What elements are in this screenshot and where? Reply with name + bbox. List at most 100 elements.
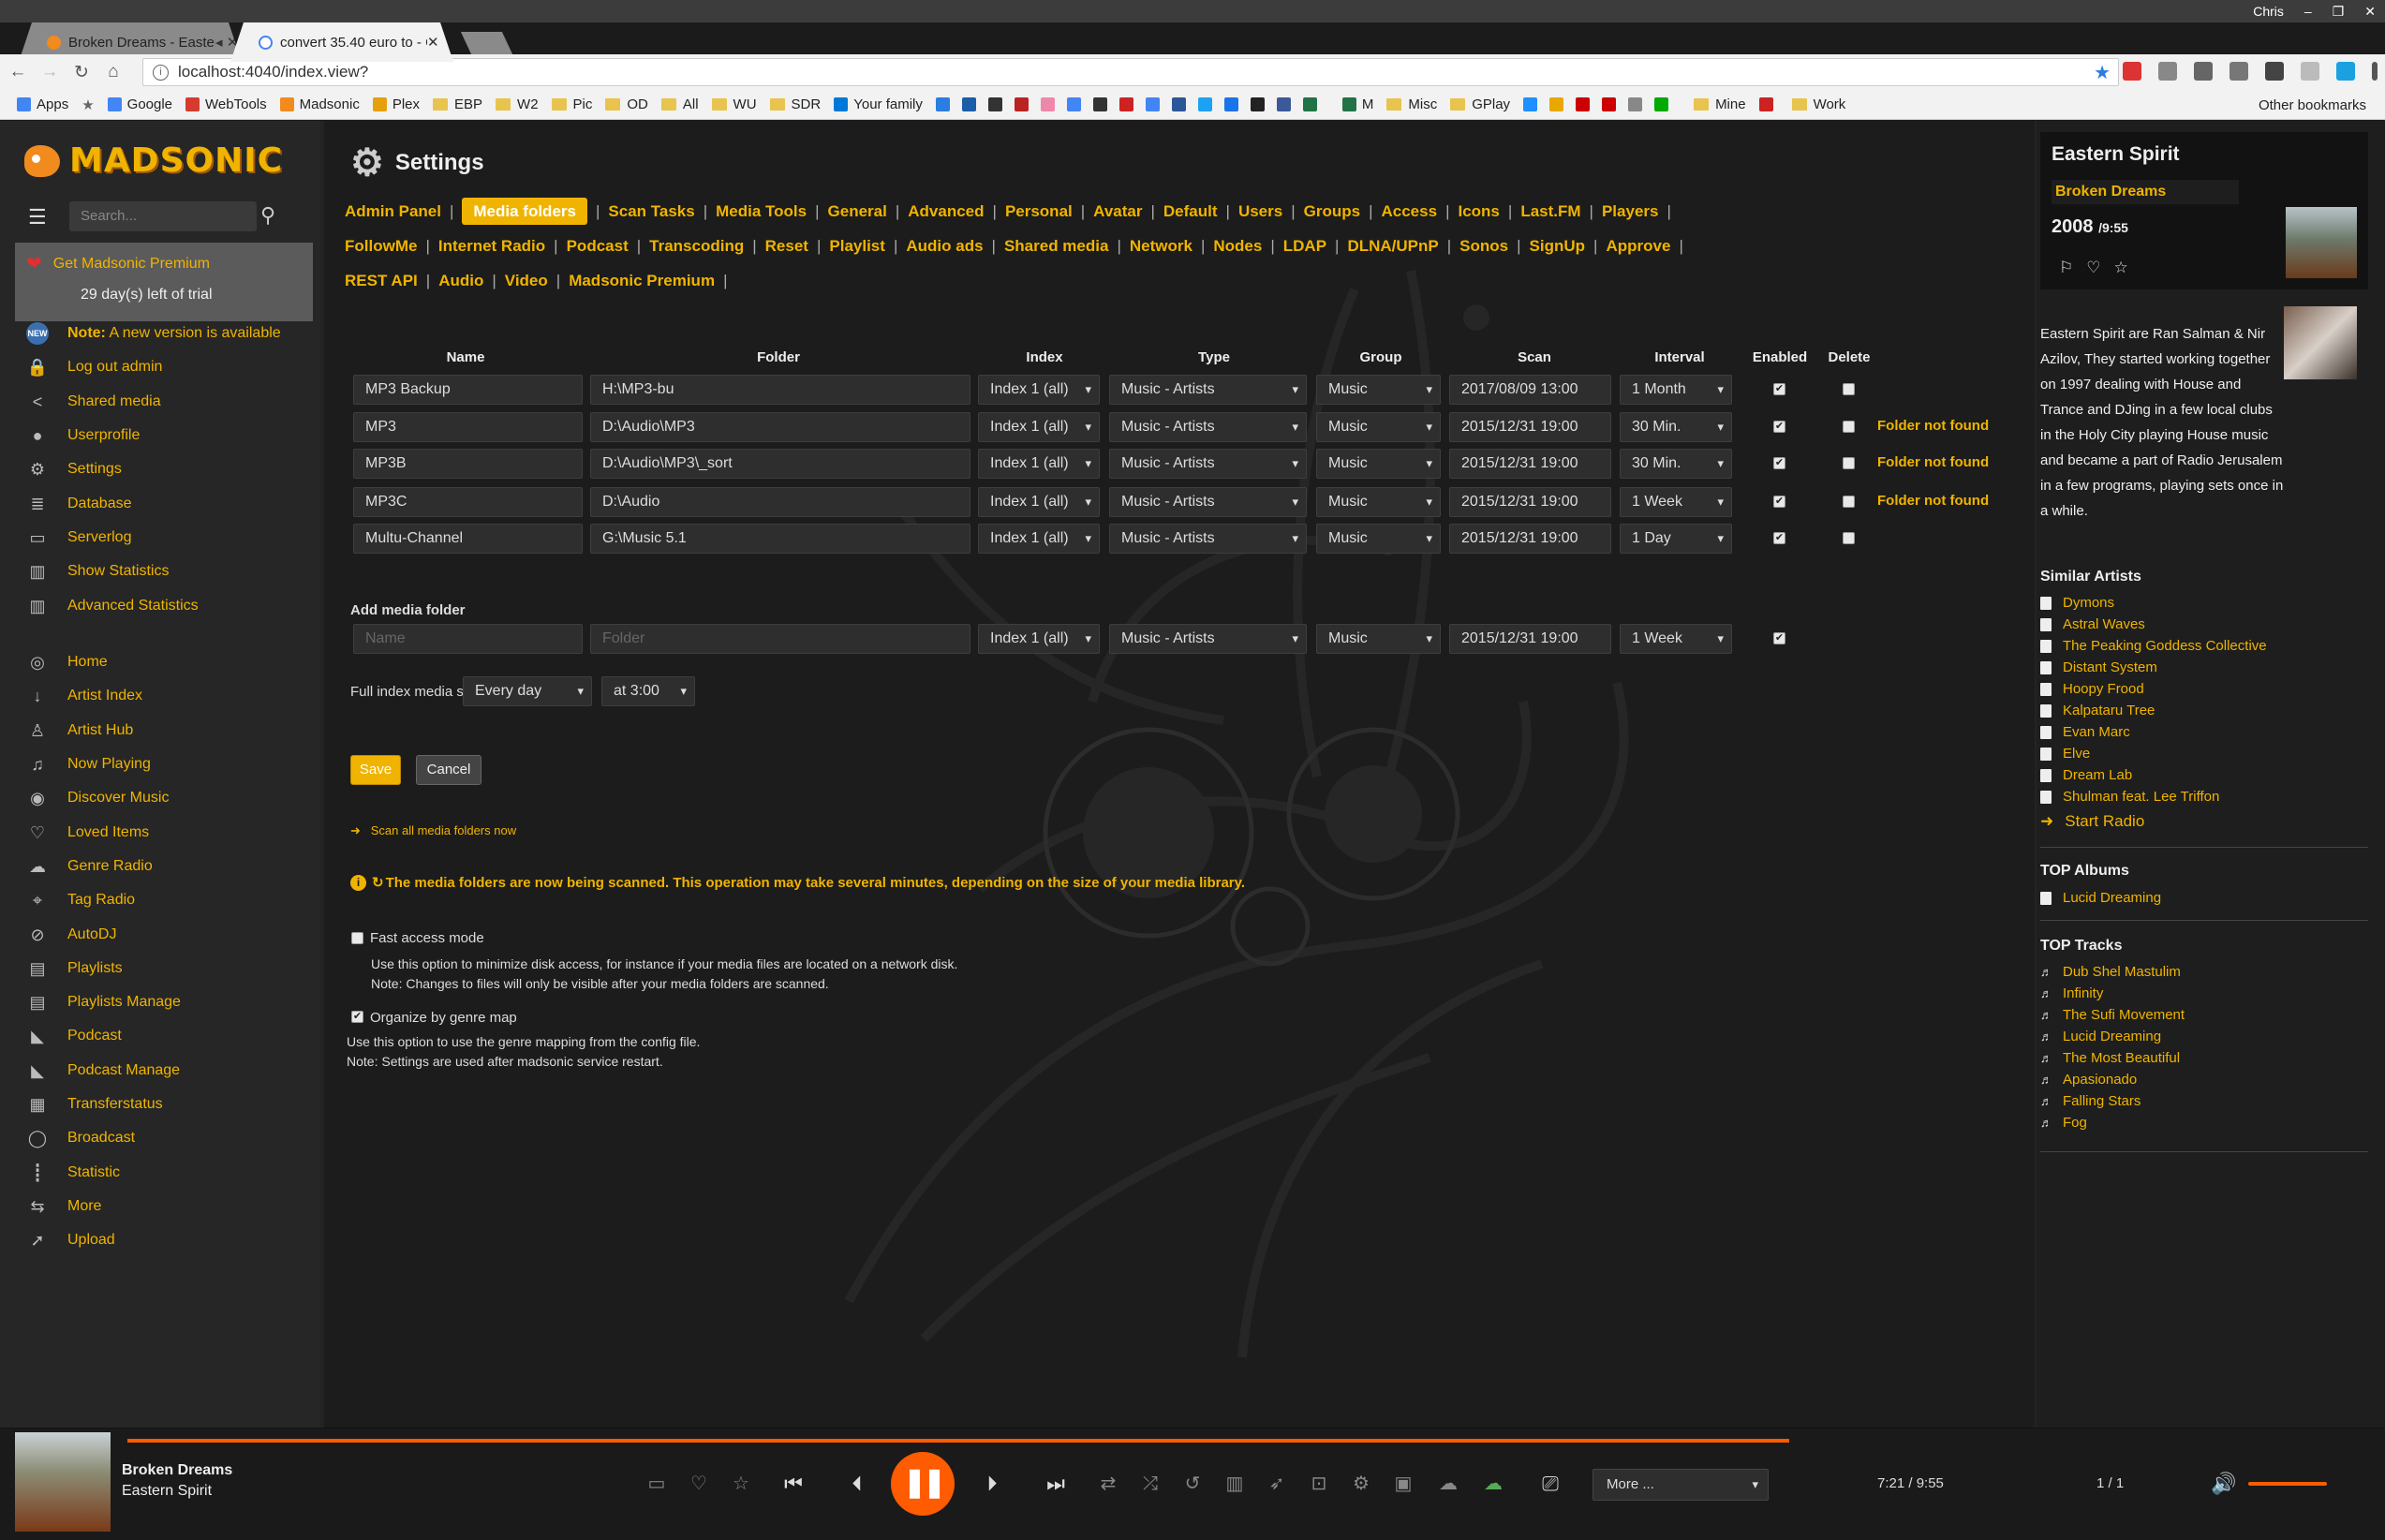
bookmark-item[interactable]: W2 [496,96,539,112]
reload-icon[interactable]: ↻ [67,62,96,83]
tab-dlna-upnp[interactable]: DLNA/UPnP [1347,237,1438,255]
folder-row-0-scan-field[interactable]: 2017/08/09 13:00 [1449,375,1611,405]
bookmark-item[interactable]: EBP [433,96,482,112]
folder-row-2-name-field[interactable]: MP3B [353,449,583,479]
list-item-label[interactable]: Falling Stars [2063,1090,2141,1112]
bookmark-item[interactable]: Apps [17,96,68,112]
list-item[interactable]: ♬ Falling Stars [2040,1090,2185,1112]
sidebar-item-transferstatus[interactable]: ▦ Transferstatus [0,1088,320,1121]
extension-icon[interactable] [2229,62,2248,81]
sidebar-item-loved-items[interactable]: ♡ Loved Items [0,815,320,849]
premium-title[interactable]: Get Madsonic Premium [53,256,210,273]
back-icon[interactable]: ← [4,62,32,82]
sidebar-item-show-statistics[interactable]: ▥ Show Statistics [0,555,320,588]
bookmark-item[interactable] [935,97,1329,111]
bookmark-item[interactable]: Google [107,96,172,112]
pause-button[interactable]: ❚❚ [891,1452,955,1516]
tab-rest-api[interactable]: REST API [345,272,418,289]
delete-checkbox[interactable] [1843,383,1855,395]
list-item-label[interactable]: Evan Marc [2063,721,2130,743]
tab-scan-tasks[interactable]: Scan Tasks [608,202,694,220]
add-folder-name-field[interactable]: Name [353,624,583,654]
bookmark-item[interactable] [1523,97,1681,111]
tab-transcoding[interactable]: Transcoding [649,237,744,255]
info-icon[interactable]: i [153,64,169,81]
list-item[interactable]: ♬ Lucid Dreaming [2040,1026,2185,1047]
player-artist[interactable]: Eastern Spirit [122,1483,212,1500]
sidebar-item-podcast-manage[interactable]: ◣ Podcast Manage [0,1054,320,1088]
enabled-checkbox[interactable]: ✔ [1773,532,1785,544]
list-item-label[interactable]: The Most Beautiful [2063,1047,2180,1069]
folder-row-0-index-select[interactable]: Index 1 (all) [978,375,1100,405]
tab-madsonic-premium[interactable]: Madsonic Premium [569,272,715,289]
folder-row-4-scan-field[interactable]: 2015/12/31 19:00 [1449,524,1611,554]
scan-all-link[interactable]: ➜ Scan all media folders now [350,823,516,838]
folder-row-2-index-select[interactable]: Index 1 (all) [978,449,1100,479]
folder-row-1-group-select[interactable]: Music [1316,412,1441,442]
bookmark-item[interactable]: Madsonic [279,96,360,112]
list-item[interactable]: Lucid Dreaming [2040,887,2161,909]
folder-row-0-folder-field[interactable]: H:\MP3-bu [590,375,970,405]
tab-followme[interactable]: FollowMe [345,237,417,255]
folder-row-4-interval-select[interactable]: 1 Day [1620,524,1732,554]
tab-podcast[interactable]: Podcast [567,237,629,255]
list-item-label[interactable]: Shulman feat. Lee Triffon [2063,786,2219,807]
tab-internet-radio[interactable]: Internet Radio [438,237,545,255]
scan-all-text[interactable]: Scan all media folders now [371,823,516,837]
sidebar-item-userprofile[interactable]: ● Userprofile [0,419,320,452]
enabled-checkbox[interactable]: ✔ [1773,496,1785,508]
start-radio-text[interactable]: Start Radio [2065,812,2144,830]
sidebar-item-discover-music[interactable]: ◉ Discover Music [0,781,320,815]
tab-icons[interactable]: Icons [1458,202,1499,220]
more-select[interactable]: More ... [1592,1469,1769,1501]
search-input[interactable]: Search... [69,201,257,231]
tab-audio-ads[interactable]: Audio ads [906,237,983,255]
tab-users[interactable]: Users [1238,202,1282,220]
skip-forward-icon[interactable]: ⏭ [1042,1470,1070,1498]
list-item-label[interactable]: The Peaking Goddess Collective [2063,635,2267,657]
folder-row-1-scan-field[interactable]: 2015/12/31 19:00 [1449,412,1611,442]
folder-row-3-folder-field[interactable]: D:\Audio [590,487,970,517]
settings-icon[interactable]: ⚙ [1347,1470,1375,1498]
tab-personal[interactable]: Personal [1005,202,1073,220]
close-window-icon[interactable]: ✕ [2364,4,2376,20]
tab-media-tools[interactable]: Media Tools [716,202,807,220]
tab-network[interactable]: Network [1130,237,1192,255]
list-item[interactable]: Dream Lab [2040,764,2267,786]
fast-access-checkbox[interactable] [351,932,363,944]
tab-approve[interactable]: Approve [1606,237,1670,255]
list-item-label[interactable]: Lucid Dreaming [2063,887,2161,909]
folder-row-0-group-select[interactable]: Music [1316,375,1441,405]
bookmark-item[interactable]: WebTools [185,96,267,112]
tab-groups[interactable]: Groups [1304,202,1360,220]
player-cover-image[interactable] [15,1432,111,1532]
list-item[interactable]: Kalpataru Tree [2040,700,2267,721]
menu-icon[interactable]: ☰ [28,205,49,230]
extension-icon[interactable] [2265,62,2284,81]
folder-row-4-folder-field[interactable]: G:\Music 5.1 [590,524,970,554]
save-button[interactable]: Save [350,755,401,785]
full-scan-frequency-select[interactable]: Every day [463,676,592,706]
new-tab-button[interactable] [460,32,514,56]
folder-row-2-folder-field[interactable]: D:\Audio\MP3\_sort [590,449,970,479]
list-item[interactable]: ♬ Dub Shel Mastulim [2040,961,2185,983]
extension-icon[interactable] [2301,62,2319,81]
browser-tab-google[interactable]: convert 35.40 euro to - Google Search ✕ [230,22,453,62]
sidebar-item-playlists[interactable]: ▤ Playlists [0,952,320,985]
bookmark-item[interactable]: GPlay [1450,96,1510,112]
enabled-checkbox[interactable]: ✔ [1773,383,1785,395]
bookmark-item[interactable]: SDR [769,96,821,112]
bookmark-item[interactable]: Pic [551,96,592,112]
list-item[interactable]: Evan Marc [2040,721,2267,743]
sidebar-item-tag-radio[interactable]: ⌖ Tag Radio [0,883,320,917]
start-radio-link[interactable]: ➜ Start Radio [2040,812,2155,831]
folder-row-3-name-field[interactable]: MP3C [353,487,583,517]
bookmark-item[interactable]: Work [1791,96,1845,112]
cloud-icon[interactable]: ☁ [1434,1470,1462,1498]
list-item-label[interactable]: Kalpataru Tree [2063,700,2155,721]
star-icon[interactable]: ☆ [727,1470,755,1498]
add-enabled-checkbox[interactable]: ✔ [1773,632,1785,644]
send-icon[interactable]: ➶ [1263,1470,1291,1498]
enabled-checkbox[interactable]: ✔ [1773,457,1785,469]
list-item-label[interactable]: The Sufi Movement [2063,1004,2185,1026]
